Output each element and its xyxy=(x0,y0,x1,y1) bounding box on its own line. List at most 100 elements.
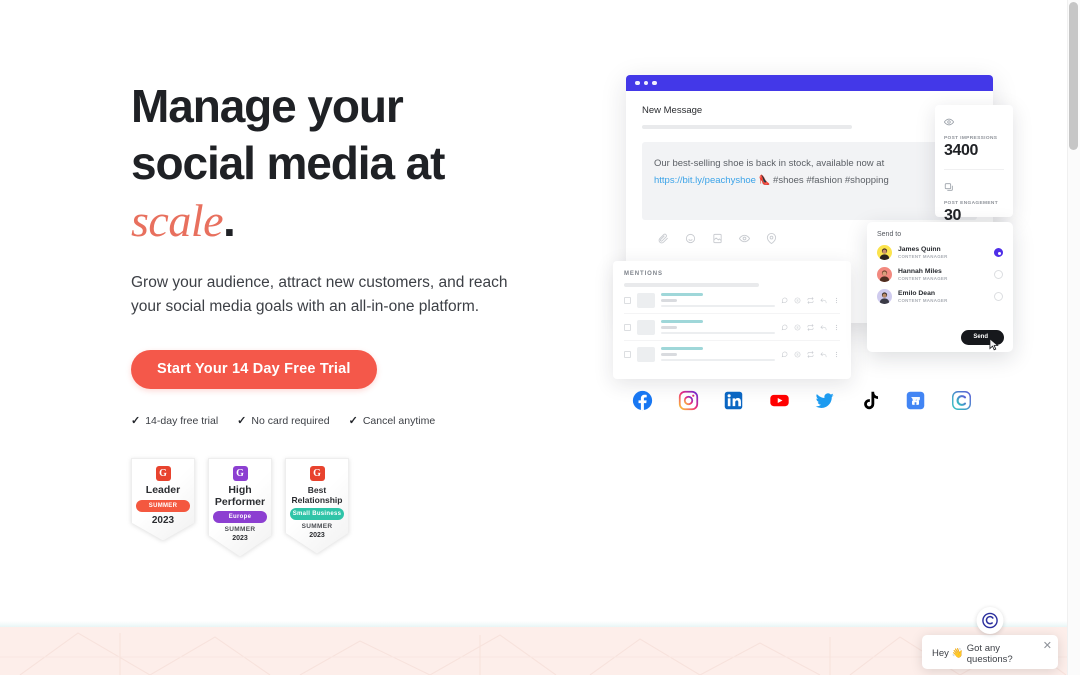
start-free-trial-button[interactable]: Start Your 14 Day Free Trial xyxy=(131,350,377,389)
row-handle xyxy=(661,320,703,324)
message-link[interactable]: https://bit.ly/peachyshoe xyxy=(654,175,756,186)
avatar-photo-icon xyxy=(879,270,890,282)
instagram-icon[interactable] xyxy=(678,390,699,411)
badge-year: 2023 xyxy=(232,534,248,542)
like-icon[interactable] xyxy=(794,297,801,304)
contentcal-icon[interactable] xyxy=(951,390,972,411)
headline-line-1: Manage your xyxy=(131,80,404,132)
message-hashtags: #shoes #fashion #shopping xyxy=(773,174,889,186)
g2-badge-high-performer: G High Performer Europe SUMMER 2023 xyxy=(208,458,272,557)
contact-role: CONTENT MANAGER xyxy=(898,254,948,259)
badge-year: 2023 xyxy=(309,531,325,539)
page-title: Manage your social media at scale. xyxy=(131,78,561,249)
g2-logo-icon: G xyxy=(155,466,171,481)
badge-title: Leader xyxy=(145,484,181,496)
avatar xyxy=(877,245,892,260)
like-icon[interactable] xyxy=(794,324,801,331)
more-icon[interactable] xyxy=(833,324,840,331)
window-dot-minimize-icon[interactable] xyxy=(643,80,648,86)
eye-icon xyxy=(943,118,955,126)
list-item[interactable]: Hannah Miles CONTENT MANAGER xyxy=(877,267,1003,282)
table-row[interactable] xyxy=(624,341,840,367)
engagement-icon xyxy=(944,183,953,191)
comment-icon[interactable] xyxy=(781,351,788,358)
band-pattern-icon xyxy=(0,632,1067,675)
close-icon[interactable]: ✕ xyxy=(1043,641,1052,652)
page-scrollbar[interactable] xyxy=(1067,0,1080,675)
row-thumbnail xyxy=(637,319,655,335)
retweet-icon[interactable] xyxy=(807,323,814,331)
reply-icon[interactable] xyxy=(820,351,827,358)
like-icon[interactable] xyxy=(794,351,801,358)
stat-label: POST IMPRESSIONS xyxy=(944,136,998,141)
linkedin-icon[interactable] xyxy=(723,390,744,411)
avatar-photo-icon xyxy=(879,292,890,304)
list-item[interactable]: Emilo Dean CONTENT MANAGER xyxy=(877,289,1003,304)
badge-ribbon: Small Business xyxy=(290,508,344,520)
preview-icon[interactable] xyxy=(739,233,750,244)
row-timestamp xyxy=(661,298,677,302)
contact-role: CONTENT MANAGER xyxy=(898,298,948,303)
window-titlebar xyxy=(626,75,993,91)
contact-radio-selected[interactable] xyxy=(994,248,1003,257)
g2-award-badges: G Leader SUMMER 2023 G High Performer Eur… xyxy=(131,458,561,557)
headline-line-2: social media at xyxy=(131,137,445,189)
google-business-icon[interactable] xyxy=(905,390,926,411)
row-text xyxy=(661,331,775,334)
twitter-icon[interactable] xyxy=(814,390,835,411)
contact-name: Emilo Dean xyxy=(898,290,936,297)
window-dot-maximize-icon[interactable] xyxy=(652,80,657,86)
chat-logo-icon[interactable] xyxy=(976,607,1004,634)
chat-greeting-prefix: Hey xyxy=(932,648,949,659)
mentions-title: MENTIONS xyxy=(624,271,663,277)
row-handle xyxy=(661,347,703,351)
location-icon[interactable] xyxy=(766,232,777,244)
badge-year: 2023 xyxy=(151,514,175,526)
contact-radio[interactable] xyxy=(994,292,1003,301)
retweet-icon[interactable] xyxy=(807,296,814,304)
contact-radio[interactable] xyxy=(994,270,1003,279)
table-row[interactable] xyxy=(624,287,840,314)
reply-icon[interactable] xyxy=(820,297,827,304)
row-checkbox[interactable] xyxy=(624,323,631,331)
product-screenshot-mockup: New Message Our best-selling shoe is bac… xyxy=(613,75,1013,430)
avatar xyxy=(877,267,892,282)
chat-widget[interactable]: ✕ Hey 👋 Got any questions? xyxy=(922,607,1058,669)
window-dot-close-icon[interactable] xyxy=(635,80,640,86)
table-row[interactable] xyxy=(624,314,840,341)
comment-icon[interactable] xyxy=(781,297,788,304)
attachment-icon[interactable] xyxy=(658,233,669,244)
badge-season: SUMMER xyxy=(301,523,333,530)
avatar xyxy=(877,289,892,304)
badge-title: High Performer xyxy=(214,484,266,508)
more-icon[interactable] xyxy=(833,297,840,304)
emoji-icon[interactable] xyxy=(685,233,696,244)
avatar-photo-icon xyxy=(879,248,890,260)
chat-greeting[interactable]: Hey 👋 Got any questions? xyxy=(922,635,1058,669)
check-icon: ✓ xyxy=(237,415,247,427)
row-checkbox[interactable] xyxy=(624,296,631,304)
facebook-icon[interactable] xyxy=(632,390,653,411)
more-icon[interactable] xyxy=(833,351,840,358)
wave-emoji-icon: 👋 xyxy=(951,648,964,659)
list-item[interactable]: James Quinn CONTENT MANAGER xyxy=(877,245,1003,260)
row-text xyxy=(661,304,775,307)
youtube-icon[interactable] xyxy=(769,390,790,411)
message-editor[interactable]: Our best-selling shoe is back in stock, … xyxy=(642,141,977,220)
hero-content: Manage your social media at scale. Grow … xyxy=(131,78,561,557)
reply-icon[interactable] xyxy=(820,324,827,331)
retweet-icon[interactable] xyxy=(807,350,814,358)
chat-greeting-text: Got any questions? xyxy=(966,642,1013,665)
row-thumbnail xyxy=(637,346,655,362)
post-stats-card: POST IMPRESSIONS 3400 POST ENGAGEMENT 30 xyxy=(935,105,1013,224)
headline-accent-word: scale xyxy=(131,195,224,246)
tiktok-icon[interactable] xyxy=(860,390,881,411)
image-icon[interactable] xyxy=(712,233,723,244)
scrollbar-thumb[interactable] xyxy=(1069,2,1078,150)
comment-icon[interactable] xyxy=(781,324,788,331)
row-checkbox[interactable] xyxy=(624,350,631,358)
badge-ribbon: SUMMER xyxy=(136,499,190,512)
g2-logo-icon: G xyxy=(309,466,325,481)
row-thumbnail xyxy=(637,292,655,308)
contact-name: James Quinn xyxy=(898,246,941,253)
